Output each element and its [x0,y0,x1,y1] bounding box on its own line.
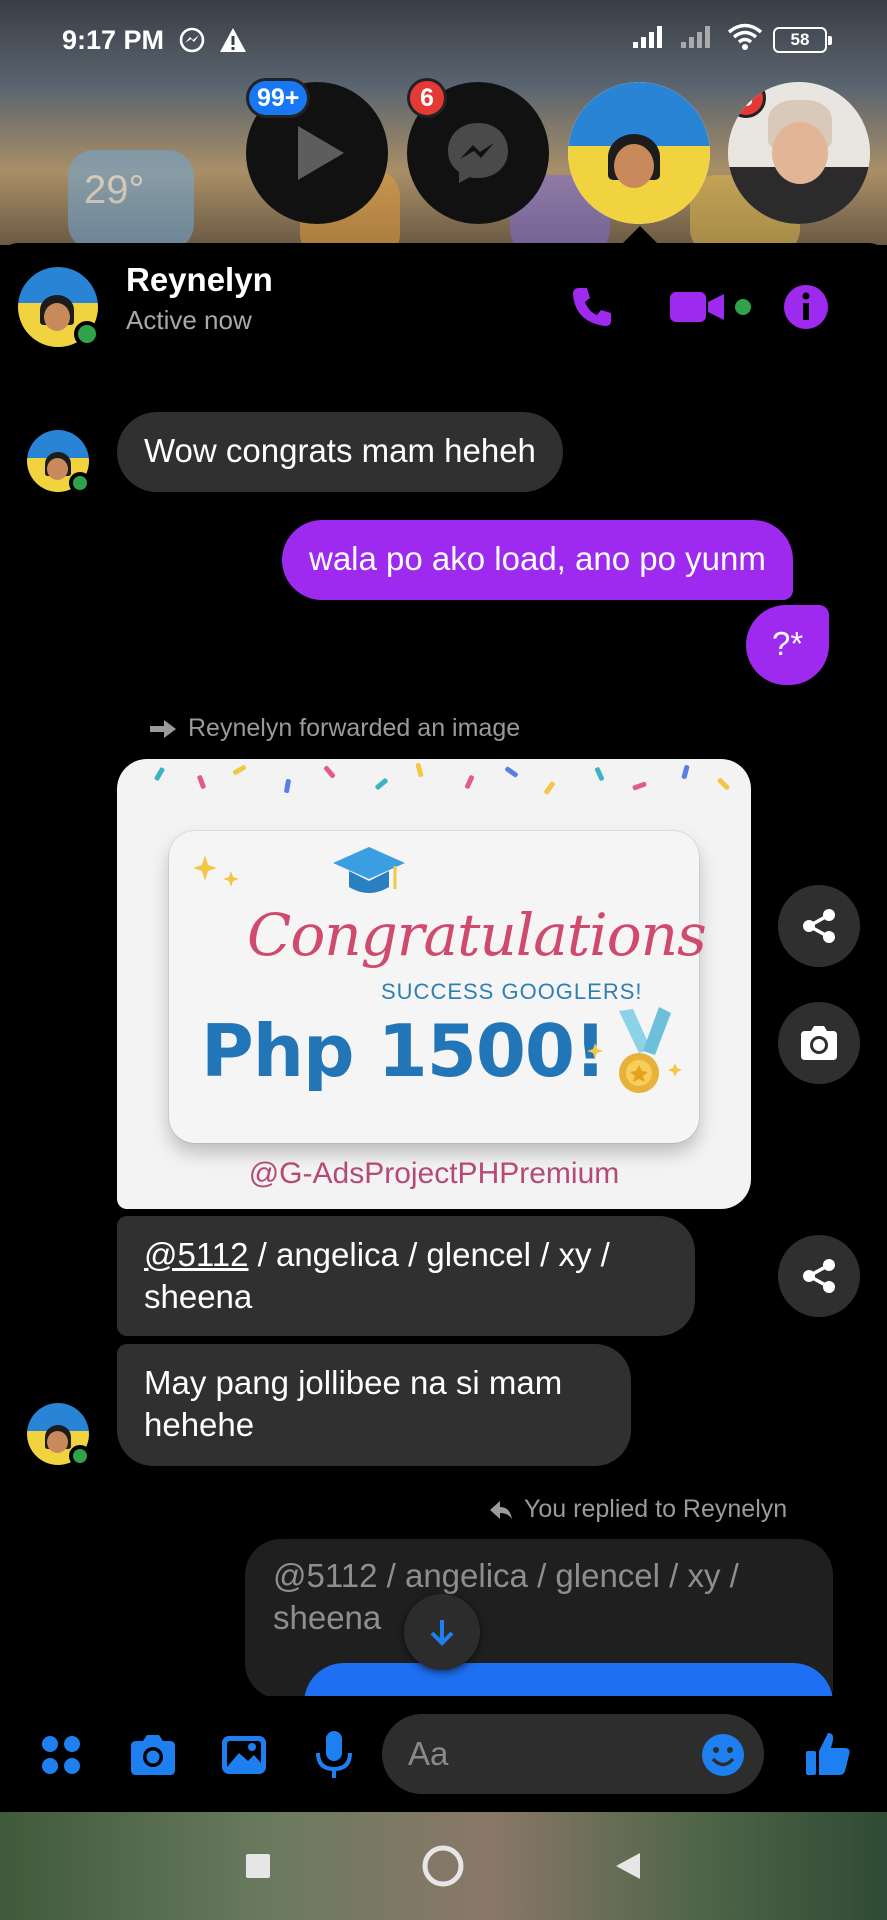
apps-button[interactable] [36,1730,86,1780]
badge-count: 99+ [246,78,311,118]
wifi-icon [727,23,763,58]
back-triangle-icon [616,1853,640,1879]
chat-head-video[interactable]: 99+ [246,78,388,224]
share-button[interactable] [778,1235,860,1317]
play-icon [298,126,344,180]
system-nav-bar [0,1812,887,1920]
messenger-notification-icon [178,26,206,54]
panel-pointer [622,226,658,244]
online-indicator [69,472,91,494]
back-button[interactable] [598,1836,658,1896]
arrow-down-icon [430,1620,454,1646]
camera-icon [131,1735,175,1775]
congrats-title: Congratulations [247,901,707,969]
signal-icon [631,24,669,57]
online-indicator [69,1445,91,1467]
temperature-label: 29° [84,168,145,212]
chat-head-contact[interactable]: 3 [728,82,870,224]
gallery-button[interactable] [218,1730,270,1780]
share-icon [803,909,835,943]
share-icon [803,1259,835,1293]
reply-arrow-icon [490,1500,512,1519]
contact-status: Active now [126,305,252,335]
square-icon [246,1854,270,1878]
congrats-subtitle: SUCCESS GOOGLERS! [381,979,643,1004]
message-incoming[interactable]: @5112 / angelica / glencel / xy / sheena [117,1216,695,1336]
forward-note: Reynelyn forwarded an image [148,714,520,743]
message-outgoing[interactable]: wala po ako load, ano po yunm [282,520,793,600]
signal-icon-2 [679,24,717,57]
microphone-icon [316,1731,352,1778]
share-button[interactable] [778,885,860,967]
status-time: 9:17 PM [62,24,165,55]
message-incoming[interactable]: May pang jollibee na si mam hehehe [117,1344,631,1466]
emoji-button[interactable] [700,1732,746,1778]
graduation-cap-icon [333,847,405,893]
forwarded-image[interactable]: Congratulations SUCCESS GOOGLERS! Php 15… [117,759,751,1209]
prize-amount: Php 1500! [201,1009,607,1093]
medal-icon [587,1007,682,1093]
avatar [568,82,710,224]
camera-icon [801,1026,837,1060]
thumbs-up-icon [806,1733,850,1775]
forward-note-text: Reynelyn forwarded an image [188,714,521,742]
voice-message-button[interactable] [310,1728,358,1782]
messenger-icon [448,123,508,183]
four-dots-icon [42,1736,80,1774]
recents-button[interactable] [228,1836,288,1896]
chat-head-messenger[interactable]: 6 [407,78,549,224]
home-button[interactable] [413,1836,473,1896]
chat-head-reynelyn[interactable] [568,82,710,224]
forward-arrow-icon [150,719,176,738]
image-handle: @G-AdsProjectPHPremium [248,1157,620,1190]
contact-name[interactable]: Reynelyn [126,261,273,299]
reply-note-text: You replied to Reynelyn [524,1495,788,1523]
message-incoming[interactable]: Wow congrats mam heheh [117,412,563,492]
save-image-button[interactable] [778,1002,860,1084]
chat-header: Reynelyn Active now [0,243,887,373]
info-icon [784,285,828,329]
circle-icon [422,1845,464,1887]
video-camera-icon [670,292,751,322]
online-indicator [74,321,100,347]
warning-icon [218,26,248,54]
voice-call-button[interactable] [562,279,622,335]
mention-tag[interactable]: @5112 [144,1236,248,1273]
image-icon [222,1736,266,1774]
badge-count: 6 [407,78,447,118]
message-outgoing[interactable]: ?* [746,605,830,685]
battery-icon: 58 [773,27,832,53]
reply-note: You replied to Reynelyn [488,1495,787,1524]
emoji-icon [702,1734,744,1776]
camera-button[interactable] [126,1730,180,1780]
scroll-to-bottom-button[interactable] [404,1594,480,1670]
like-button[interactable] [800,1726,856,1782]
weather-widget: 29° [68,150,194,245]
status-bar: 9:17 PM 58 [0,0,887,80]
composer [0,1696,887,1812]
congrats-card: Congratulations SUCCESS GOOGLERS! Php 15… [169,831,707,1143]
sparkle-icon [193,855,239,887]
video-call-button[interactable] [666,279,762,335]
phone-icon [573,288,611,326]
info-button[interactable] [780,281,832,333]
